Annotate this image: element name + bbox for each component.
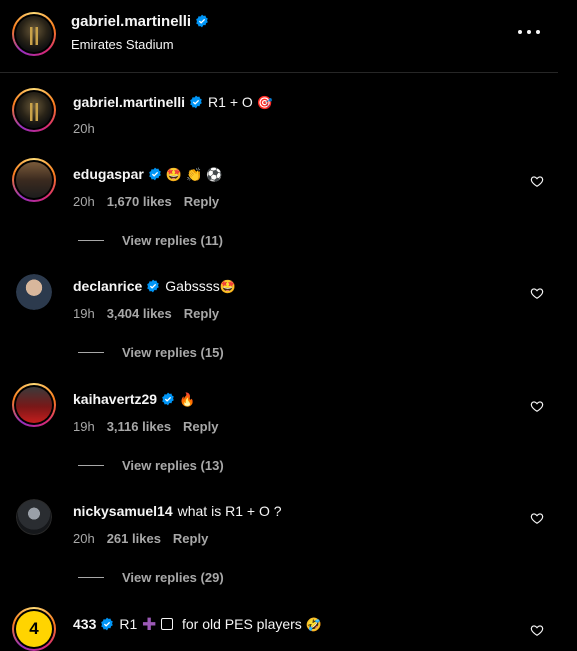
verified-badge-icon <box>190 95 202 109</box>
more-options-icon[interactable] <box>518 22 540 42</box>
reply-button[interactable]: Reply <box>184 194 219 209</box>
comment-meta: 20h 1,670 likes Reply <box>73 194 219 209</box>
comment-text-a: R1 <box>119 616 138 632</box>
plus-icon: ✚ <box>137 615 161 634</box>
comment-item: declanrice Gabssss🤩 19h 3,404 likes Reply V… <box>0 268 577 368</box>
commenter-avatar[interactable] <box>16 274 52 310</box>
commenter-avatar[interactable] <box>12 383 56 427</box>
view-replies-button[interactable]: View replies (11) <box>78 233 223 248</box>
commenter-username[interactable]: kaihavertz29 <box>73 391 157 407</box>
author-avatar[interactable] <box>12 12 56 56</box>
reply-button[interactable]: Reply <box>183 419 218 434</box>
heart-icon[interactable] <box>530 174 544 188</box>
comment-likes[interactable]: 1,670 likes <box>107 194 172 209</box>
comment-text: 🔥 <box>178 393 196 408</box>
comment-likes[interactable]: 3,404 likes <box>107 306 172 321</box>
comment-text-b: for old PES players <box>181 616 302 632</box>
commenter-username[interactable]: 433 <box>73 616 96 632</box>
reply-button[interactable]: Reply <box>184 306 219 321</box>
verified-badge-icon <box>147 279 160 293</box>
comment-meta: 19h 3,404 likes Reply <box>73 306 219 321</box>
comment-line: edugaspar 🤩 👏 ⚽ <box>73 166 223 183</box>
caption-text: R1 + O <box>208 94 253 110</box>
comment-line: 433 R1 ✚ for old PES players 🤣 <box>73 615 322 635</box>
verified-badge-icon <box>196 14 208 28</box>
comment-item: 4 433 R1 ✚ for old PES players 🤣 <box>0 605 577 651</box>
comment-line: kaihavertz29 🔥 <box>73 391 195 408</box>
commenter-username[interactable]: declanrice <box>73 278 142 294</box>
post-header: gabriel.martinelli Emirates Stadium <box>0 0 558 73</box>
comment-emoji: 🤩 <box>219 280 236 295</box>
verified-badge-icon <box>149 167 161 181</box>
view-replies-button[interactable]: View replies (13) <box>78 458 224 473</box>
caption-row: gabriel.martinelli R1 + O 🎯 20h <box>0 86 577 146</box>
location-link[interactable]: Emirates Stadium <box>71 37 174 52</box>
comment-text: Gabssss <box>165 278 220 294</box>
comment-likes[interactable]: 261 likes <box>107 531 161 546</box>
comment-item: edugaspar 🤩 👏 ⚽ 20h 1,670 likes Reply View… <box>0 156 577 256</box>
comment-line: nickysamuel14 what is R1 + O ? <box>73 503 282 519</box>
comment-line: declanrice Gabssss🤩 <box>73 278 236 295</box>
comment-time: 19h <box>73 419 95 434</box>
caption-line: gabriel.martinelli R1 + O 🎯 <box>73 94 273 111</box>
comment-time: 20h <box>73 194 95 209</box>
comment-likes[interactable]: 3,116 likes <box>107 419 171 434</box>
view-replies-button[interactable]: View replies (15) <box>78 345 224 360</box>
comment-text: 🤩 👏 ⚽ <box>165 168 223 183</box>
comment-text: what is R1 + O ? <box>177 503 282 519</box>
reply-button[interactable]: Reply <box>173 531 208 546</box>
comment-meta: 20h 261 likes Reply <box>73 531 208 546</box>
caption-emoji: 🎯 <box>256 96 273 111</box>
commenter-avatar[interactable]: 4 <box>12 607 56 651</box>
comment-meta: 19h 3,116 likes Reply <box>73 419 218 434</box>
caption-username[interactable]: gabriel.martinelli <box>73 94 185 110</box>
commenter-username[interactable]: edugaspar <box>73 166 144 182</box>
comment-time: 19h <box>73 306 95 321</box>
author-username[interactable]: gabriel.martinelli <box>71 13 209 30</box>
commenter-avatar[interactable] <box>12 158 56 202</box>
commenter-username[interactable]: nickysamuel14 <box>73 503 173 519</box>
commenter-avatar[interactable] <box>16 499 52 535</box>
heart-icon[interactable] <box>530 623 544 637</box>
verified-badge-icon <box>101 617 114 631</box>
heart-icon[interactable] <box>530 511 544 525</box>
caption-avatar[interactable] <box>12 88 56 132</box>
comment-time: 20h <box>73 531 95 546</box>
view-replies-button[interactable]: View replies (29) <box>78 570 224 585</box>
comment-emoji: 🤣 <box>305 618 322 633</box>
heart-icon[interactable] <box>530 399 544 413</box>
caption-time: 20h <box>73 121 95 136</box>
heart-icon[interactable] <box>530 286 544 300</box>
comment-item: kaihavertz29 🔥 19h 3,116 likes Reply View … <box>0 381 577 481</box>
square-icon <box>160 618 173 630</box>
comment-item: nickysamuel14 what is R1 + O ? 20h 261 lik… <box>0 493 577 593</box>
verified-badge-icon <box>162 392 174 406</box>
